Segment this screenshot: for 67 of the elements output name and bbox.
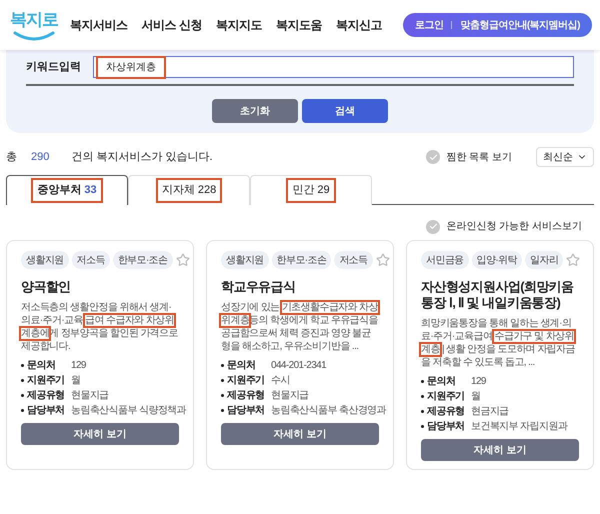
total-label: 총 xyxy=(6,150,17,165)
info-label: 문의처 xyxy=(27,359,56,372)
tag: 일자리 xyxy=(524,251,564,269)
search-button[interactable]: 검색 xyxy=(302,99,388,123)
info-value: 농림축산식품부 식량정책과 xyxy=(71,404,186,417)
total-text: 건의 복지서비스가 있습니다. xyxy=(71,150,213,165)
card-description: 희망키움통장을 통해 일하는 생계·의료·주거·교육급여 수급가구 및 차상위계층 | 생활 안정을 도모하며 자립자금을 저축할 수 있도록 돕고, ... xyxy=(421,317,576,369)
info-value: 월 xyxy=(471,390,480,403)
star-icon[interactable] xyxy=(176,253,190,267)
sort-dropdown[interactable]: 최신순 xyxy=(536,147,594,167)
nav-link[interactable]: 서비스 신청 xyxy=(142,16,202,34)
tab[interactable]: 중앙부처 33 xyxy=(6,175,128,205)
info-value: 129 xyxy=(71,359,86,372)
tab[interactable]: 지자체 228 xyxy=(128,175,250,205)
info-value: 보건복지부 자립지원과 xyxy=(471,420,568,433)
check-icon[interactable] xyxy=(426,220,440,234)
card-title: 자산형성지원사업(희망키움통장 Ⅰ, Ⅱ 및 내일키움통장) xyxy=(421,279,575,311)
tag: 서민금융 xyxy=(421,251,469,269)
details-button[interactable]: 자세히 보기 xyxy=(421,439,579,461)
tag: 한부모·조손 xyxy=(272,251,332,269)
nav-link[interactable]: 복지지도 xyxy=(216,16,262,34)
star-icon[interactable] xyxy=(566,253,580,267)
details-button[interactable]: 자세히 보기 xyxy=(221,423,379,445)
login-link[interactable]: 로그인 xyxy=(414,18,444,32)
info-label: 지원주기 xyxy=(227,374,266,387)
info-label: 담당부처 xyxy=(427,420,466,433)
info-label: 제공유형 xyxy=(227,389,266,402)
keyword-field[interactable]: 차상위계층 xyxy=(93,56,574,78)
total-count: 290 xyxy=(31,150,50,165)
reset-button[interactable]: 초기화 xyxy=(212,99,298,123)
tag: 저소득 xyxy=(334,251,373,269)
tag: 저소득 xyxy=(72,251,110,269)
tag: 생활지원 xyxy=(221,251,269,269)
tag: 생활지원 xyxy=(21,251,69,269)
card-title: 학교우유급식 xyxy=(221,279,296,295)
nav-link[interactable]: 복지서비스 xyxy=(70,16,128,34)
tab[interactable]: 민간 29 xyxy=(250,175,372,205)
keyword-label: 키워드입력 xyxy=(26,60,81,75)
info-label: 담당부처 xyxy=(227,404,266,417)
info-value: 현금지급 xyxy=(471,405,509,418)
smile-icon xyxy=(13,31,55,41)
info-value: 현물지급 xyxy=(71,389,109,402)
nav-link[interactable]: 복지도움 xyxy=(276,16,322,34)
membership-link[interactable]: 맞춤형급여안내(복지멤버십) xyxy=(460,18,580,32)
card-title: 양곡할인 xyxy=(21,279,72,295)
info-value: 수시 xyxy=(271,374,290,387)
favorites-label[interactable]: 찜한 목록 보기 xyxy=(446,150,512,164)
nav-link[interactable]: 복지신고 xyxy=(336,16,382,34)
info-value: 129 xyxy=(471,375,486,388)
info-label: 제공유형 xyxy=(427,405,466,418)
info-value: 월 xyxy=(71,374,80,387)
info-label: 담당부처 xyxy=(27,404,66,417)
keyword-value: 차상위계층 xyxy=(98,58,164,76)
details-button[interactable]: 자세히 보기 xyxy=(21,423,179,445)
check-icon[interactable] xyxy=(426,150,440,164)
info-label: 문의처 xyxy=(427,375,456,388)
star-icon[interactable] xyxy=(376,253,390,267)
online-filter-label[interactable]: 온라인신청 가능한 서비스보기 xyxy=(446,219,582,234)
info-label: 문의처 xyxy=(227,359,256,372)
info-value: 044-201-2341 xyxy=(271,359,326,372)
info-value: 현물지급 xyxy=(271,389,309,402)
info-label: 지원주기 xyxy=(427,390,466,403)
info-value: 농림축산식품부 축산경영과 xyxy=(271,404,386,417)
info-label: 지원주기 xyxy=(27,374,66,387)
info-label: 제공유형 xyxy=(27,389,66,402)
tag: 한부모·조손 xyxy=(112,251,173,269)
tag: 입양·위탁 xyxy=(472,251,522,269)
